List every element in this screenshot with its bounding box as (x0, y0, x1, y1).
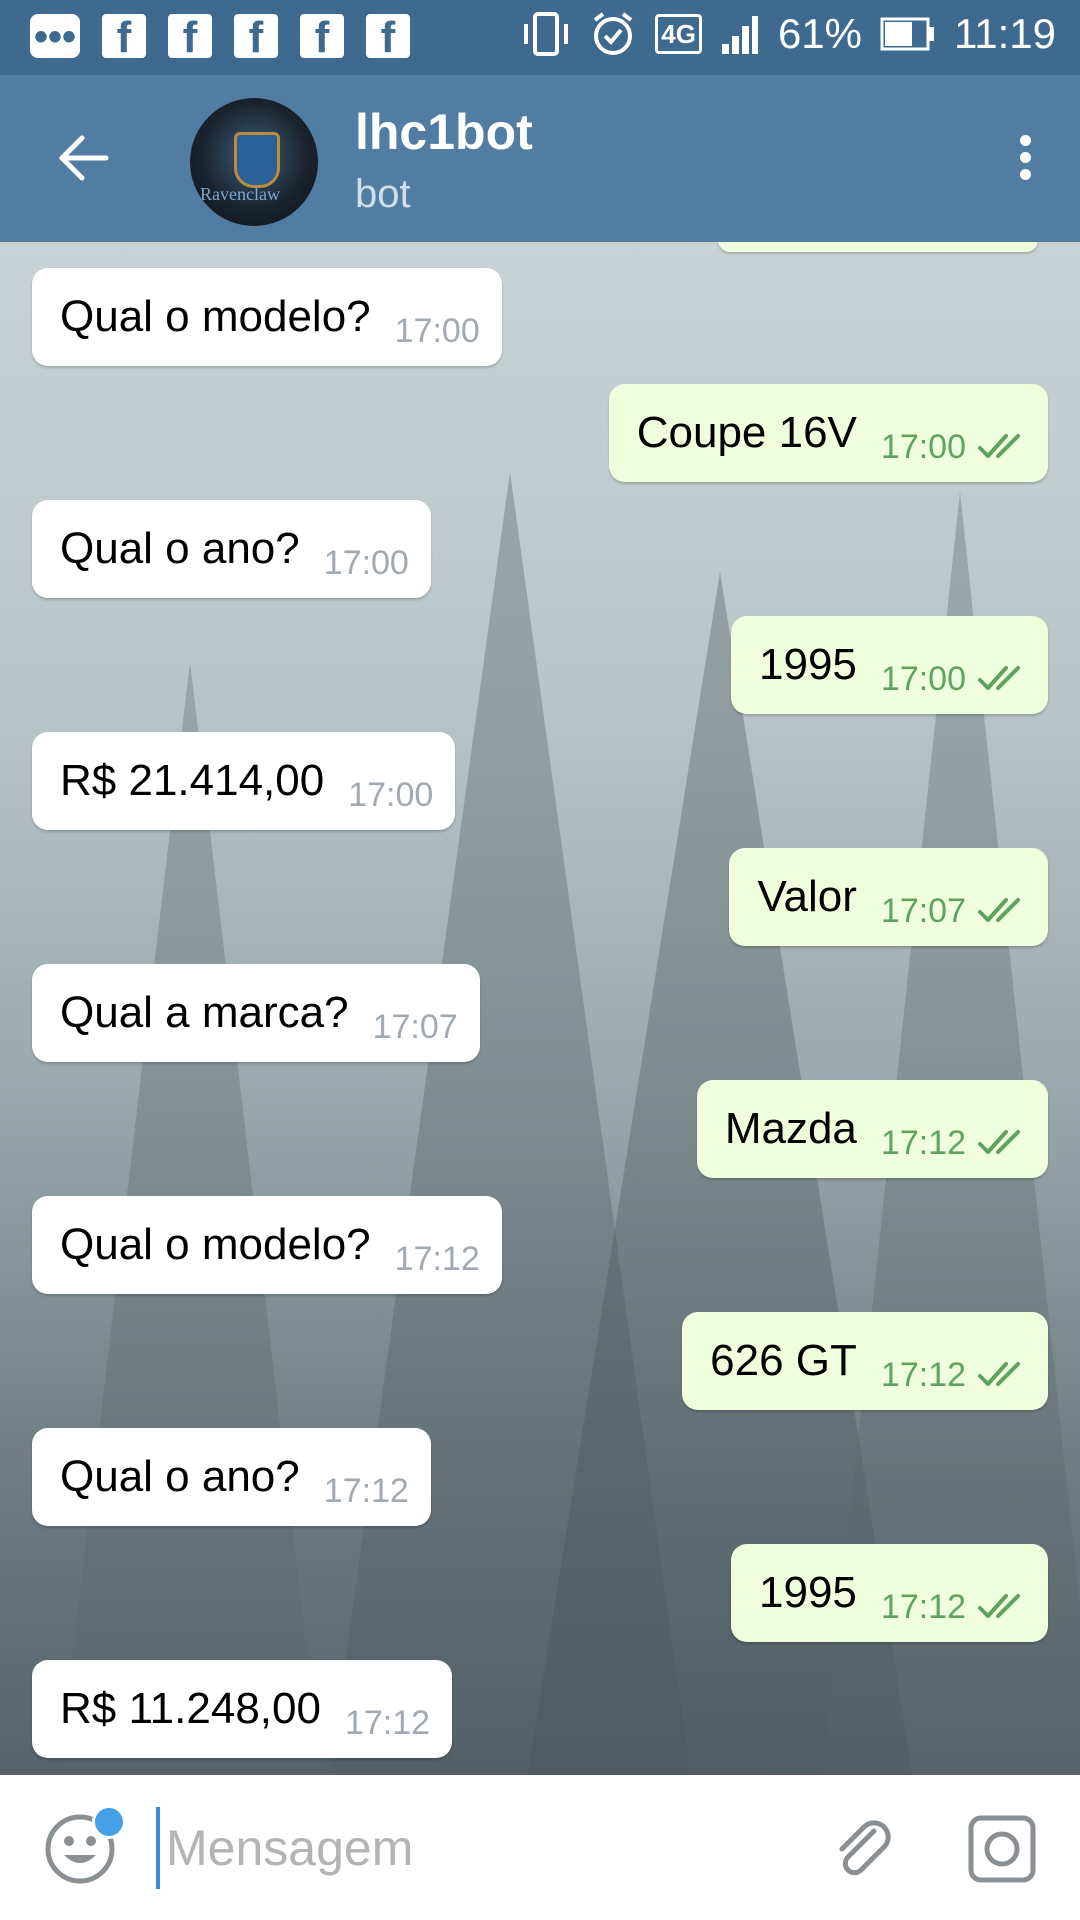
message-time: 17:00 (880, 659, 966, 698)
double-check-icon (978, 434, 1020, 458)
message-time: 17:00 (880, 427, 966, 466)
message-text: Coupe 16V (636, 408, 857, 457)
chat-title[interactable]: lhc1bot (355, 103, 533, 161)
status-bar: ••• f f f f f 4G 61% 11:19 (0, 0, 1080, 75)
outgoing-message-bubble[interactable]: Valor 17:07 (729, 848, 1048, 946)
message-text: 626 GT (710, 1336, 857, 1385)
message-time: 17:12 (344, 1703, 431, 1742)
battery-percent: 61% (777, 10, 862, 57)
incoming-message-bubble[interactable]: Qual a marca? 17:07 (32, 964, 480, 1062)
message-text: R$ 11.248,00 (60, 1684, 321, 1733)
double-check-icon (978, 1362, 1020, 1386)
crest-icon (234, 132, 280, 188)
message-text: Qual o ano? (60, 1452, 300, 1501)
signal-icon (721, 16, 758, 54)
message-time: 17:12 (880, 1587, 966, 1626)
message-time: 17:00 (394, 311, 480, 350)
incoming-message-bubble[interactable]: Qual o ano? 17:12 (32, 1428, 431, 1526)
message-text: Qual o modelo? (60, 1220, 371, 1269)
facebook-icon: f (366, 14, 410, 62)
incoming-message-bubble[interactable]: R$ 21.414,00 17:00 (32, 732, 456, 830)
system-indicators: 4G 61% 11:19 (521, 10, 1056, 58)
message-text: Valor (757, 872, 857, 921)
vibrate-icon (524, 12, 569, 56)
message-time: 17:07 (372, 1007, 458, 1046)
facebook-icon: f (168, 14, 212, 62)
clock: 11:19 (954, 10, 1056, 57)
facebook-icon: f (300, 14, 344, 62)
alarm-icon (594, 12, 633, 55)
back-arrow-icon[interactable] (56, 130, 112, 186)
message-list[interactable]: Qual o modelo? 17:00 Coupe 16V 17:00 Qual o … (0, 242, 1080, 1775)
message-time: 17:12 (880, 1123, 966, 1162)
message-text: Qual o modelo? (60, 292, 371, 341)
double-check-icon (978, 1594, 1020, 1618)
paperclip-icon[interactable] (830, 1817, 898, 1885)
message-text: Qual o ano? (60, 524, 300, 573)
message-time: 17:12 (880, 1355, 966, 1394)
network-type: 4G (655, 14, 702, 54)
message-time: 17:12 (323, 1471, 409, 1510)
incoming-message-bubble[interactable]: Qual o ano? 17:00 (32, 500, 431, 598)
double-check-icon (978, 898, 1020, 922)
battery-icon (880, 17, 934, 51)
chat-subtitle: bot (355, 172, 411, 216)
message-time: 17:12 (394, 1239, 480, 1278)
double-check-icon (978, 1130, 1020, 1154)
notification-icons: ••• f f f f f (30, 14, 410, 62)
outgoing-message-bubble[interactable]: Coupe 16V 17:00 (608, 384, 1048, 482)
avatar[interactable]: Ravenclaw (190, 98, 318, 226)
chat-header: Ravenclaw lhc1bot bot (0, 75, 1080, 242)
more-options-icon[interactable] (1010, 130, 1040, 190)
incoming-message-bubble[interactable]: Qual o modelo? 17:12 (32, 1196, 502, 1294)
message-time: 17:07 (880, 891, 966, 930)
message-time: 17:00 (348, 775, 434, 814)
message-text: Mazda (724, 1104, 857, 1153)
message-icon: ••• (30, 14, 80, 59)
message-text: 1995 (759, 1568, 857, 1617)
notification-dot (92, 1805, 126, 1839)
facebook-icon: f (102, 14, 146, 62)
outgoing-message-bubble[interactable]: Mazda 17:12 (696, 1080, 1048, 1178)
incoming-message-bubble[interactable]: R$ 11.248,00 17:12 (32, 1660, 453, 1758)
incoming-message-bubble[interactable]: Qual o modelo? 17:00 (32, 268, 502, 366)
double-check-icon (978, 666, 1020, 690)
partial-message-bubble (718, 242, 1038, 252)
message-composer (0, 1775, 1080, 1920)
message-text: Qual a marca? (60, 988, 349, 1037)
message-text: R$ 21.414,00 (60, 756, 325, 805)
outgoing-message-bubble[interactable]: 626 GT 17:12 (682, 1312, 1048, 1410)
outgoing-message-bubble[interactable]: 1995 17:12 (731, 1544, 1048, 1642)
outgoing-message-bubble[interactable]: 1995 17:00 (731, 616, 1048, 714)
message-input[interactable] (156, 1807, 808, 1889)
message-text: 1995 (759, 640, 857, 689)
avatar-caption: Ravenclaw (200, 184, 280, 204)
facebook-icon: f (234, 14, 278, 62)
camera-icon[interactable] (966, 1813, 1038, 1885)
message-time: 17:00 (323, 543, 409, 582)
